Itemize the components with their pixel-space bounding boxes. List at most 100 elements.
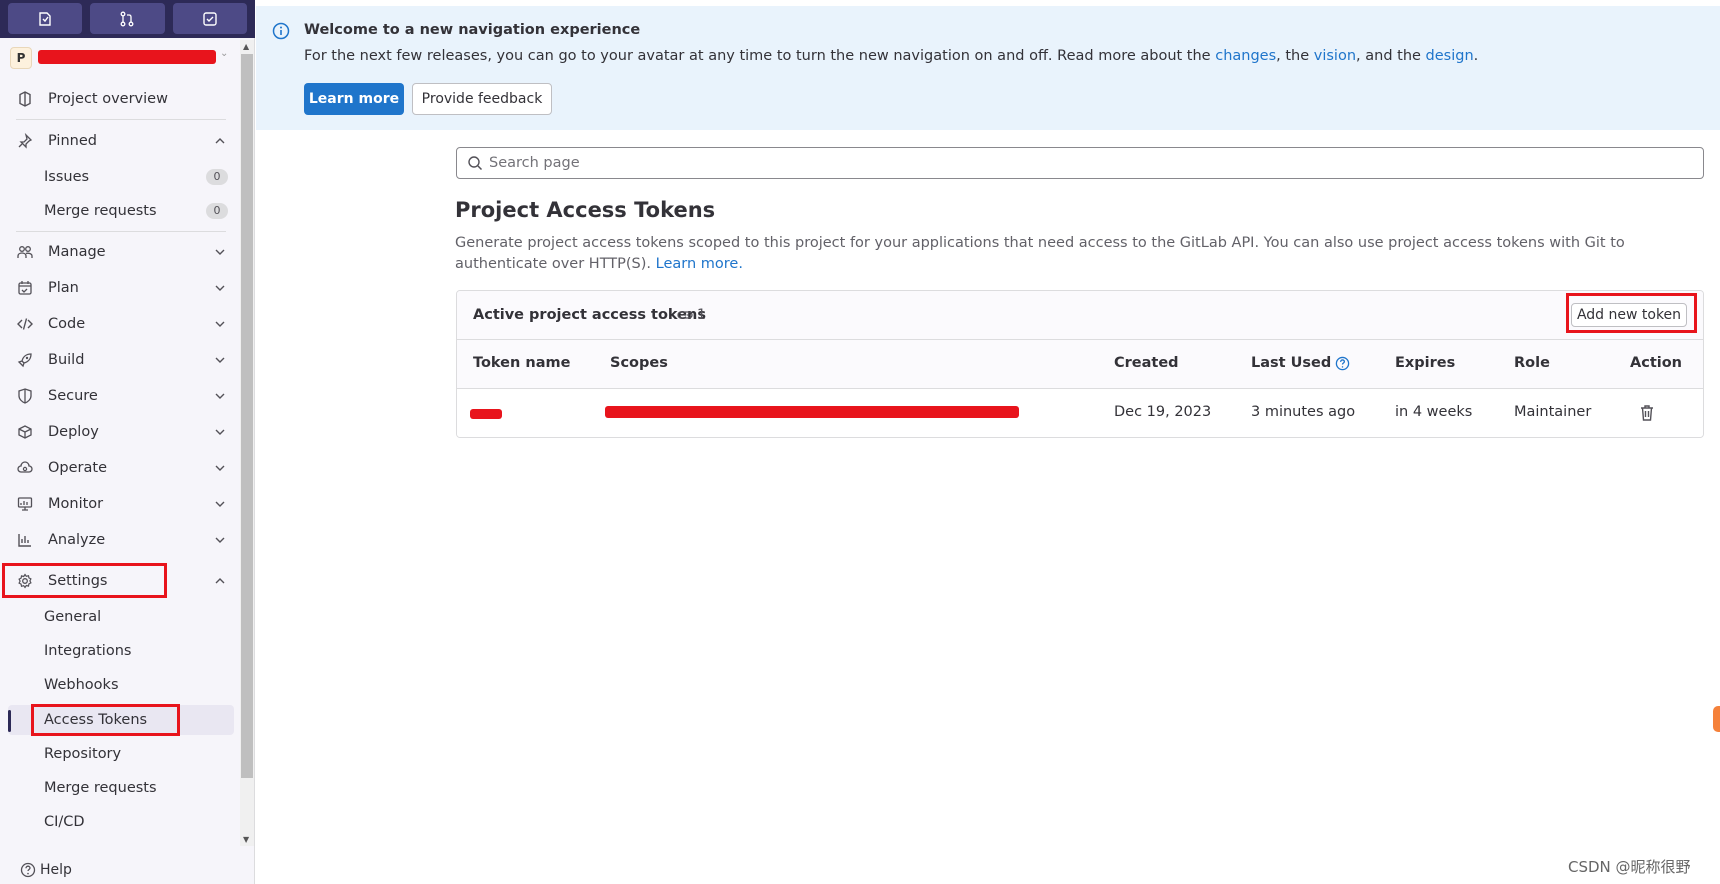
sidebar-item-label: Plan [48,280,79,296]
sidebar-item-label: CI/CD [44,814,85,830]
column-expires: Expires [1395,355,1456,371]
provide-feedback-button[interactable]: Provide feedback [412,83,552,115]
chevron-down-icon [215,537,225,543]
sidebar-item-label: Manage [48,244,106,260]
sidebar: P ⌄ Project overview Pinned Issues 0 Mer… [0,0,255,884]
sidebar-item-label: Secure [48,388,98,404]
scroll-down-icon[interactable]: ▼ [243,835,249,844]
banner-text-part: . [1473,48,1479,64]
banner-title: Welcome to a new navigation experience [304,22,641,38]
sidebar-item-general[interactable]: General [8,602,234,632]
sidebar-item-code[interactable]: Code [8,309,234,339]
search-input[interactable] [489,155,1689,171]
sidebar-item-analyze[interactable]: Analyze [8,525,234,555]
card-header: Active project access tokens 1 Add new t… [457,291,1703,340]
todo-icon [203,11,217,26]
token-created: Dec 19, 2023 [1114,404,1212,420]
token-last-used: 3 minutes ago [1251,404,1356,420]
sidebar-item-label: Monitor [48,496,104,512]
active-indicator [8,710,11,732]
pin-icon [16,132,34,150]
deploy-icon [16,423,34,441]
page-title: Project Access Tokens [455,198,716,222]
rocket-icon [16,351,34,369]
sidebar-item-pinned[interactable]: Pinned [8,126,234,156]
sidebar-item-repository[interactable]: Repository [8,739,234,769]
sidebar-item-webhooks[interactable]: Webhooks [8,670,234,700]
todos-button[interactable] [172,3,247,34]
learn-more-link[interactable]: Learn more. [656,256,743,272]
redacted-scopes [605,406,1019,418]
banner-text: For the next few releases, you can go to… [304,48,1478,64]
sidebar-item-ci-cd[interactable]: CI/CD [8,807,234,837]
sidebar-item-label: Integrations [44,643,132,659]
scroll-up-icon[interactable]: ▲ [243,42,249,51]
sidebar-item-manage[interactable]: Manage [8,237,234,267]
sidebar-item-plan[interactable]: Plan [8,273,234,303]
chevron-down-icon [215,501,225,507]
project-switcher[interactable]: P ⌄ [10,46,235,70]
sidebar-item-operate[interactable]: Operate [8,453,234,483]
scrollbar-thumb[interactable] [241,54,253,778]
sidebar-item-issues[interactable]: Issues 0 [8,162,234,192]
cloud-gear-icon [16,459,34,477]
search-page-box[interactable] [456,147,1704,179]
design-link[interactable]: design [1426,48,1474,64]
column-token-name: Token name [473,355,571,371]
monitor-icon [16,495,34,513]
shield-icon [16,387,34,405]
description-text: Generate project access tokens scoped to… [455,235,1625,272]
sidebar-item-monitor[interactable]: Monitor [8,489,234,519]
sidebar-item-label: Repository [44,746,122,762]
sidebar-item-project-overview[interactable]: Project overview [8,84,234,114]
changes-link[interactable]: changes [1215,48,1276,64]
issues-button[interactable] [8,3,83,34]
merge-requests-button[interactable] [90,3,165,34]
banner-text-part: , the [1276,48,1314,64]
highlight-add-new-token [1566,293,1697,333]
tokens-card: Active project access tokens 1 Add new t… [456,290,1704,438]
sidebar-item-deploy[interactable]: Deploy [8,417,234,447]
token-count: 1 [677,307,706,323]
token-count-value: 1 [697,307,706,323]
column-last-used-label: Last Used [1251,355,1332,371]
table-row: Dec 19, 2023 3 minutes ago in 4 weeks Ma… [457,389,1703,437]
highlight-settings [2,563,167,598]
sidebar-item-build[interactable]: Build [8,345,234,375]
side-badge[interactable] [1713,706,1720,732]
highlight-access-tokens [31,704,180,736]
issues-count-badge: 0 [206,169,228,185]
sidebar-item-integrations[interactable]: Integrations [8,636,234,666]
sidebar-item-label: Issues [44,169,90,185]
column-created: Created [1114,355,1179,371]
trash-icon[interactable] [1639,404,1655,422]
question-icon[interactable] [1335,356,1350,371]
vision-link[interactable]: vision [1314,48,1356,64]
sidebar-top-buttons [0,0,255,38]
chevron-up-icon [215,578,225,584]
banner-text-part: For the next few releases, you can go to… [304,48,1216,64]
sidebar-item-label: Webhooks [44,677,119,693]
sidebar-item-secure[interactable]: Secure [8,381,234,411]
sidebar-divider [16,231,226,232]
sidebar-item-merge-requests[interactable]: Merge requests 0 [8,196,234,226]
sidebar-item-label: Deploy [48,424,99,440]
learn-more-button[interactable]: Learn more [304,83,404,115]
column-last-used: Last Used [1251,355,1350,371]
token-expires: in 4 weeks [1395,404,1473,420]
help-link[interactable]: Help [20,862,72,878]
chevron-down-icon [215,357,225,363]
project-caret-icon: ⌄ [220,48,229,59]
table-header-row: Token name Scopes Created Last Used Expi… [457,340,1703,389]
sidebar-item-label: Merge requests [44,780,157,796]
chevron-down-icon [215,393,225,399]
project-icon [16,90,34,108]
sidebar-item-settings-merge-requests[interactable]: Merge requests [8,773,234,803]
sidebar-item-label: General [44,609,102,625]
sidebar-scrollbar[interactable]: ▲ ▼ [240,40,254,846]
calendar-icon [16,279,34,297]
sidebar-item-label: Operate [48,460,107,476]
chevron-down-icon [215,321,225,327]
issues-icon [39,11,51,26]
chart-icon [16,531,34,549]
